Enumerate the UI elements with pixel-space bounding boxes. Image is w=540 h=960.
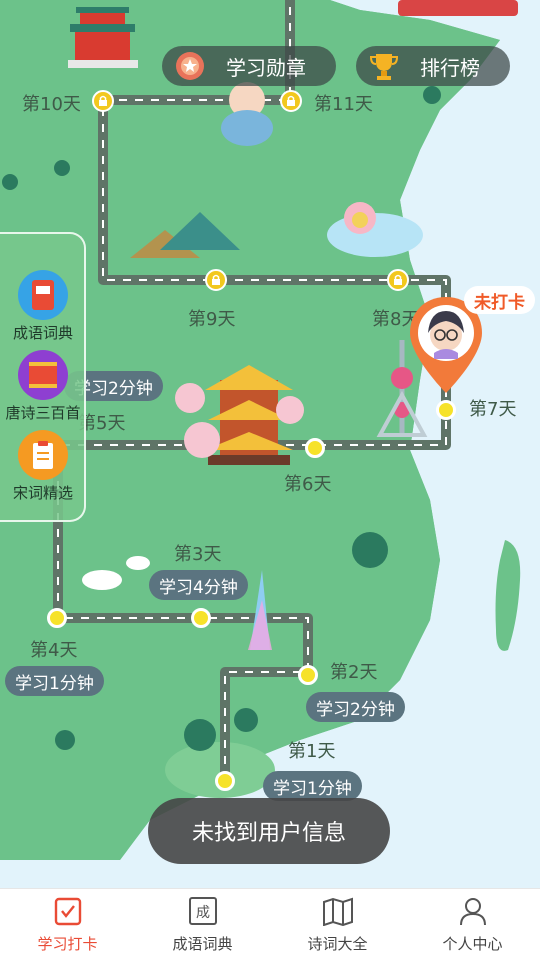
- day-checkpoint[interactable]: [191, 608, 211, 628]
- tab-label: 个人中心: [442, 935, 503, 953]
- tab-idiom[interactable]: 成 成语词典: [135, 895, 270, 954]
- task-pill: 学习1分钟: [5, 666, 104, 696]
- quick-link-tang-poems[interactable]: 唐诗三百首: [0, 350, 86, 423]
- tab-label: 诗词大全: [307, 935, 368, 953]
- lock-icon[interactable]: [280, 90, 302, 112]
- day-label: 第4天: [30, 640, 78, 661]
- task-pill: 学习2分钟: [306, 692, 405, 722]
- day-label: 第2天: [330, 662, 378, 683]
- quick-link-label: 唐诗三百首: [5, 404, 81, 422]
- tab-label: 学习打卡: [37, 935, 98, 953]
- rank-label: 排行榜: [420, 55, 480, 80]
- medal-button[interactable]: 学习勋章: [162, 46, 336, 86]
- task-pill: 学习1分钟: [263, 771, 362, 801]
- task-pill: 学习4分钟: [149, 570, 248, 600]
- day-label: 第3天: [174, 544, 222, 565]
- day-checkpoint[interactable]: [305, 438, 325, 458]
- tab-label: 成语词典: [172, 935, 233, 953]
- tab-poetry[interactable]: 诗词大全: [270, 895, 405, 954]
- poetry-book-icon: [322, 895, 354, 927]
- medal-label: 学习勋章: [226, 55, 306, 80]
- quick-link-song-ci[interactable]: 宋词精选: [0, 430, 86, 503]
- day-label: 第10天: [22, 94, 81, 115]
- song-ci-icon: [18, 430, 68, 480]
- tab-profile[interactable]: 个人中心: [405, 895, 540, 954]
- medal-icon: [172, 48, 208, 84]
- tab-checkin[interactable]: 学习打卡: [0, 895, 135, 954]
- bottom-tab-bar: 学习打卡 成 成语词典 诗词大全 个人中心: [0, 888, 540, 960]
- learning-map: 学习勋章 排行榜 第10天 第11天 第9天 第8天 第7天 第6天 第5天 第…: [0, 0, 540, 890]
- idiom-icon: 成: [187, 895, 219, 927]
- day-label: 第9天: [188, 309, 236, 330]
- lock-icon[interactable]: [387, 269, 409, 291]
- lock-icon[interactable]: [92, 90, 114, 112]
- day-label: 第1天: [288, 741, 336, 762]
- person-icon: [457, 895, 489, 927]
- tang-poems-icon: [18, 350, 68, 400]
- quick-link-label: 成语词典: [12, 324, 73, 342]
- day-checkpoint[interactable]: [298, 665, 318, 685]
- lock-icon[interactable]: [205, 269, 227, 291]
- idiom-book-icon: [18, 270, 68, 320]
- day-checkpoint[interactable]: [215, 771, 235, 791]
- quick-links-panel: 成语词典 唐诗三百首 宋词精选: [0, 232, 86, 522]
- quick-link-label: 宋词精选: [12, 484, 73, 502]
- trophy-icon: [366, 48, 402, 84]
- rank-button[interactable]: 排行榜: [356, 46, 510, 86]
- day-checkpoint[interactable]: [47, 608, 67, 628]
- checkin-icon: [52, 895, 84, 927]
- quick-link-idiom-dictionary[interactable]: 成语词典: [0, 270, 86, 343]
- svg-text:成: 成: [196, 905, 210, 921]
- day-label: 第6天: [284, 474, 332, 495]
- toast-message: 未找到用户信息: [148, 798, 390, 864]
- day-label: 第11天: [314, 94, 373, 115]
- unpunched-badge: 未打卡: [464, 286, 535, 314]
